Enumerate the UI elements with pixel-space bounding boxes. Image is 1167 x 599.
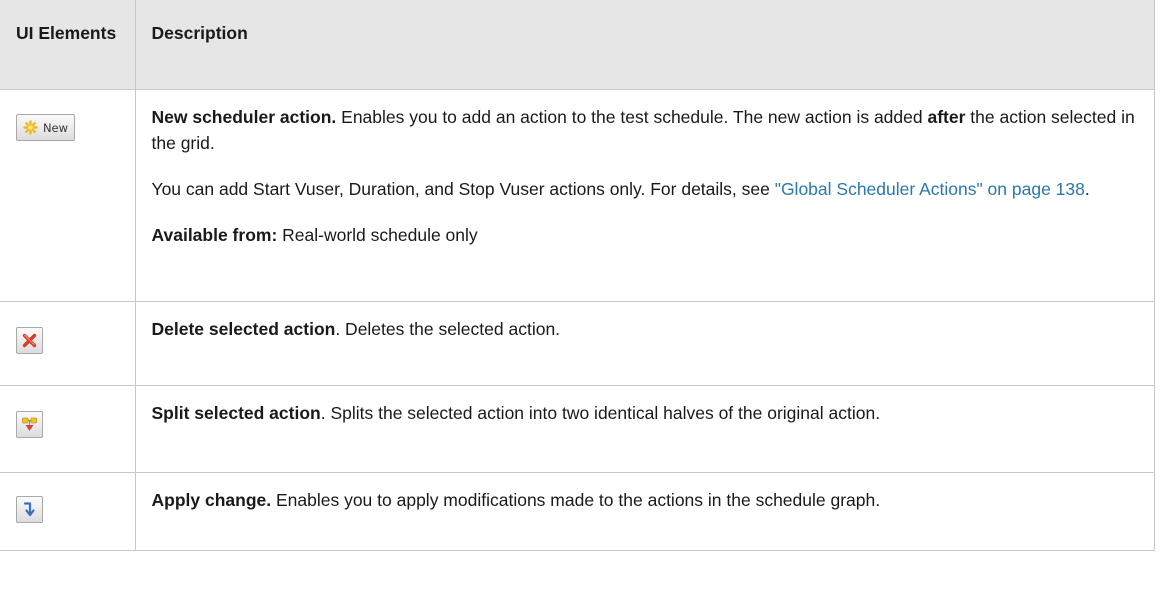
header-ui-elements: UI Elements bbox=[0, 0, 136, 90]
description-cell: New scheduler action. Enables you to add… bbox=[134, 89, 1155, 302]
split-icon bbox=[22, 417, 37, 431]
global-scheduler-actions-link[interactable]: "Global Scheduler Actions" on page 138 bbox=[775, 179, 1085, 199]
header-description: Description bbox=[134, 0, 1155, 90]
action-title: Split selected action bbox=[151, 403, 321, 423]
description-paragraph: New scheduler action. Enables you to add… bbox=[152, 104, 1141, 156]
action-title: New scheduler action. bbox=[151, 107, 337, 127]
delete-x-icon bbox=[22, 333, 37, 348]
description-paragraph: Split selected action. Splits the select… bbox=[152, 400, 1141, 426]
availability-paragraph: Available from: Real-world schedule only bbox=[152, 222, 1141, 248]
table-header-row: UI Elements Description bbox=[0, 0, 1155, 90]
emphasis-text: after bbox=[927, 107, 966, 127]
ui-element-cell bbox=[0, 385, 136, 473]
description-cell: Split selected action. Splits the select… bbox=[134, 385, 1155, 473]
delete-action-button[interactable] bbox=[16, 327, 43, 354]
table-row: New New scheduler action. Enables you to… bbox=[0, 89, 1155, 302]
ui-element-cell: New bbox=[0, 89, 136, 302]
description-paragraph: Apply change. Enables you to apply modif… bbox=[152, 487, 1141, 513]
description-paragraph: Delete selected action. Deletes the sele… bbox=[152, 316, 1141, 342]
ui-elements-table: UI Elements Description New New schedule… bbox=[0, 0, 1155, 551]
apply-change-icon bbox=[23, 502, 35, 517]
description-text: . Deletes the selected action. bbox=[335, 319, 561, 339]
details-end: . bbox=[1084, 179, 1090, 199]
table-row: Delete selected action. Deletes the sele… bbox=[0, 301, 1155, 386]
description-text: Enables you to add an action to the test… bbox=[336, 107, 928, 127]
available-from-value: Real-world schedule only bbox=[277, 225, 478, 245]
action-title: Apply change. bbox=[151, 490, 272, 510]
available-from-label: Available from: bbox=[151, 225, 278, 245]
description-text: . Splits the selected action into two id… bbox=[320, 403, 881, 423]
description-cell: Delete selected action. Deletes the sele… bbox=[134, 301, 1155, 386]
new-button-label: New bbox=[42, 120, 69, 135]
description-text: Enables you to apply modifications made … bbox=[271, 490, 881, 510]
table-row: Split selected action. Splits the select… bbox=[0, 385, 1155, 473]
ui-element-cell bbox=[0, 301, 136, 386]
details-text: You can add Start Vuser, Duration, and S… bbox=[151, 179, 775, 199]
split-action-button[interactable] bbox=[16, 411, 43, 438]
ui-element-cell bbox=[0, 472, 136, 551]
description-cell: Apply change. Enables you to apply modif… bbox=[134, 472, 1155, 551]
apply-change-button[interactable] bbox=[16, 496, 43, 523]
details-paragraph: You can add Start Vuser, Duration, and S… bbox=[152, 176, 1141, 202]
new-button[interactable]: New bbox=[16, 114, 75, 141]
new-star-icon bbox=[23, 120, 38, 135]
table-row: Apply change. Enables you to apply modif… bbox=[0, 472, 1155, 551]
action-title: Delete selected action bbox=[151, 319, 336, 339]
